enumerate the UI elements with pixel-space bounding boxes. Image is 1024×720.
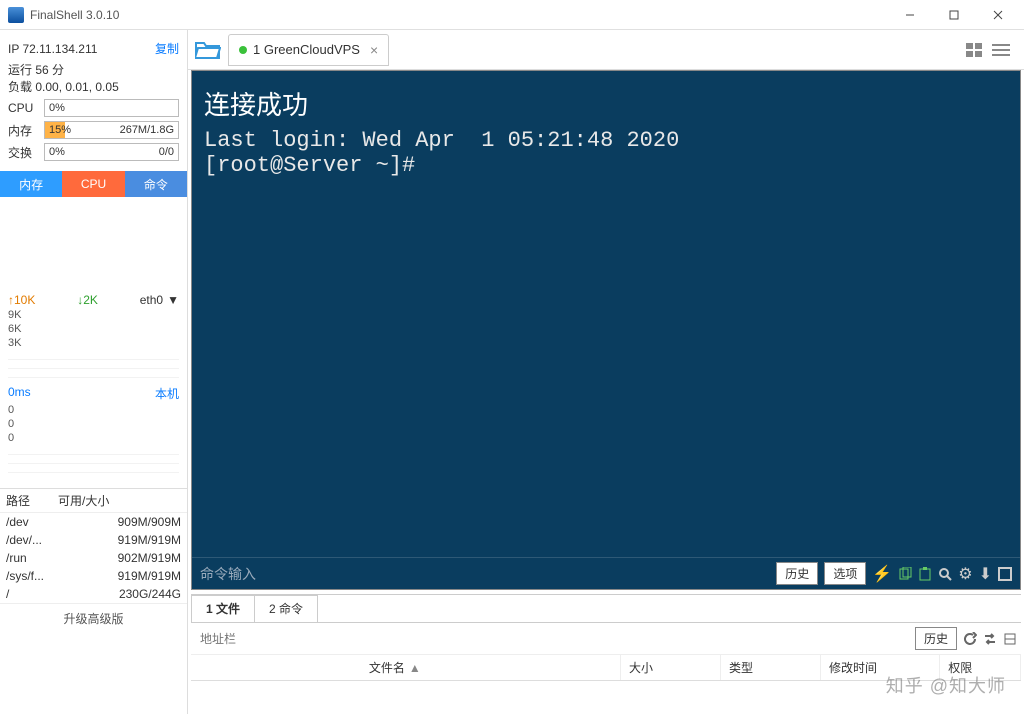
- tab-cpu[interactable]: CPU: [62, 171, 124, 197]
- connection-tab-label: 1 GreenCloudVPS: [253, 42, 360, 57]
- terminal[interactable]: 连接成功 Last login: Wed Apr 1 05:21:48 2020…: [191, 70, 1021, 590]
- connected-message: 连接成功: [204, 85, 1008, 122]
- net-down: ↓2K: [77, 293, 98, 307]
- maximize-button[interactable]: [932, 1, 976, 29]
- paste-icon[interactable]: [918, 567, 932, 581]
- col-filename[interactable]: 文件名 ▲: [361, 655, 621, 680]
- search-icon[interactable]: [938, 567, 952, 581]
- uptime-label: 运行 56 分: [8, 61, 179, 78]
- net-chart: [8, 351, 179, 379]
- memory-bar: 15%267M/1.8G: [44, 121, 179, 139]
- iface-select[interactable]: eth0▼: [140, 293, 179, 307]
- open-folder-icon[interactable]: [194, 36, 222, 64]
- bolt-icon[interactable]: ⚡: [872, 564, 892, 584]
- transfer-icon[interactable]: [983, 632, 997, 646]
- col-type[interactable]: 类型: [721, 655, 821, 680]
- list-view-icon[interactable]: [992, 43, 1010, 57]
- disk-row: /run902M/919M: [0, 549, 187, 567]
- close-tab-icon[interactable]: ×: [370, 42, 378, 58]
- sidebar-tabs: 内存 CPU 命令: [0, 171, 187, 197]
- copy-icon[interactable]: [898, 567, 912, 581]
- cpu-label: CPU: [8, 101, 40, 115]
- cpu-bar: 0%: [44, 99, 179, 117]
- watermark: 知乎 @知大师: [886, 672, 1006, 698]
- net-up: ↑10K: [8, 293, 35, 307]
- main-area: 1 GreenCloudVPS × 连接成功 Last login: Wed A…: [188, 30, 1024, 714]
- file-history-button[interactable]: 历史: [915, 627, 957, 650]
- tab-commands[interactable]: 2 命令: [254, 595, 318, 622]
- copy-ip-button[interactable]: 复制: [155, 40, 179, 57]
- app-icon: [8, 7, 24, 23]
- disk-row: /sys/f...919M/919M: [0, 567, 187, 585]
- settings-icon[interactable]: [1003, 632, 1017, 646]
- swap-bar: 0%0/0: [44, 143, 179, 161]
- col-size[interactable]: 大小: [621, 655, 721, 680]
- upgrade-button[interactable]: 升级高级版: [0, 603, 187, 633]
- app-title: FinalShell 3.0.10: [30, 8, 888, 22]
- status-dot-icon: [239, 46, 247, 54]
- command-input[interactable]: 命令输入: [200, 564, 770, 584]
- terminal-toolbar: 命令输入 历史 选项 ⚡ ⚙ ⬇: [192, 557, 1020, 589]
- gear-icon[interactable]: ⚙: [958, 564, 972, 584]
- connection-tab[interactable]: 1 GreenCloudVPS ×: [228, 34, 389, 66]
- disk-row: /dev909M/909M: [0, 513, 187, 531]
- download-icon[interactable]: ⬇: [979, 564, 992, 584]
- shell-prompt: [root@Server ~]#: [204, 153, 1008, 178]
- minimize-button[interactable]: [888, 1, 932, 29]
- ping-host[interactable]: 本机: [155, 385, 179, 402]
- tab-command[interactable]: 命令: [125, 171, 187, 197]
- disk-row: /230G/244G: [0, 585, 187, 603]
- ip-address: IP 72.11.134.211: [8, 42, 97, 56]
- load-label: 负载 0.00, 0.01, 0.05: [8, 78, 179, 95]
- ping-chart: [8, 446, 179, 474]
- address-input[interactable]: [195, 628, 909, 650]
- sidebar: IP 72.11.134.211 复制 运行 56 分 负载 0.00, 0.0…: [0, 30, 188, 714]
- grid-view-icon[interactable]: [966, 43, 984, 57]
- ping-ms: 0ms: [8, 385, 31, 402]
- history-button[interactable]: 历史: [776, 562, 818, 585]
- close-button[interactable]: [976, 1, 1020, 29]
- fullscreen-icon[interactable]: [998, 567, 1012, 581]
- last-login-line: Last login: Wed Apr 1 05:21:48 2020: [204, 128, 1008, 153]
- connection-tabs: 1 GreenCloudVPS ×: [188, 30, 1024, 70]
- disk-row: /dev/...919M/919M: [0, 531, 187, 549]
- options-button[interactable]: 选项: [824, 562, 866, 585]
- tab-files[interactable]: 1 文件: [191, 595, 255, 622]
- refresh-icon[interactable]: [963, 632, 977, 646]
- disk-table: 路径 可用/大小 /dev909M/909M /dev/...919M/919M…: [0, 488, 187, 603]
- titlebar: FinalShell 3.0.10: [0, 0, 1024, 30]
- tab-memory[interactable]: 内存: [0, 171, 62, 197]
- memory-label: 内存: [8, 122, 40, 139]
- swap-label: 交换: [8, 144, 40, 161]
